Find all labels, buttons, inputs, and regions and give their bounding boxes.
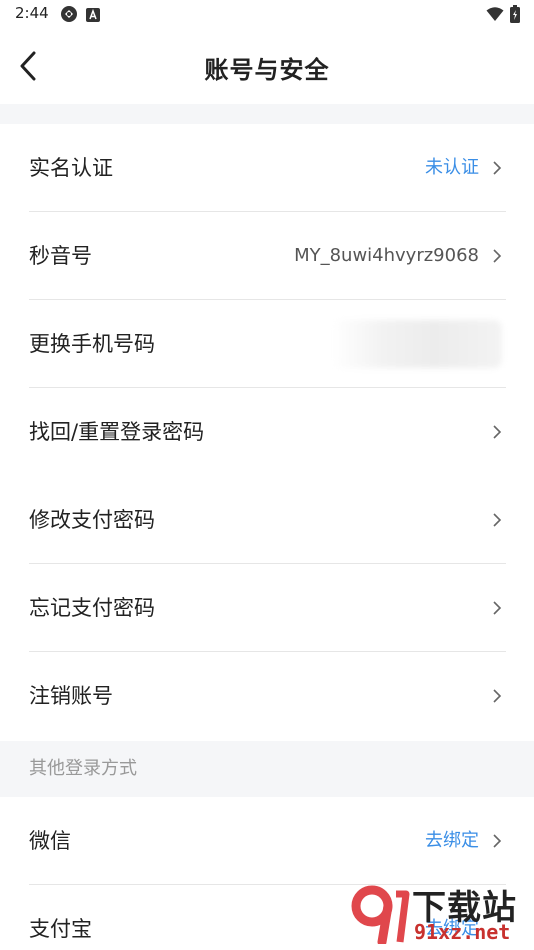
chevron-right-icon <box>493 249 502 263</box>
chevron-right-icon <box>493 161 502 175</box>
section-gap <box>0 104 534 124</box>
obscured-phone-value <box>332 320 502 368</box>
chevron-right-icon <box>493 513 502 527</box>
bind-status: 去绑定 <box>425 830 479 851</box>
change-phone-row[interactable]: 更换手机号码 <box>0 300 534 388</box>
chevron-right-icon <box>493 601 502 615</box>
miaoyin-id-row[interactable]: 秒音号 MY_8uwi4hvyrz9068 <box>0 212 534 300</box>
miaoyin-id-value: MY_8uwi4hvyrz9068 <box>294 245 479 266</box>
row-label: 实名认证 <box>29 156 113 180</box>
page-title: 账号与安全 <box>204 56 330 84</box>
row-label: 注销账号 <box>29 684 113 708</box>
forgot-payment-password-row[interactable]: 忘记支付密码 <box>0 564 534 652</box>
wifi-icon <box>486 6 504 26</box>
other-login-section-header: 其他登录方式 <box>0 741 534 797</box>
row-label: 修改支付密码 <box>29 508 155 532</box>
wechat-bind-row[interactable]: 微信 去绑定 <box>0 797 534 885</box>
status-bar: 2:44 <box>0 0 534 28</box>
verification-status: 未认证 <box>425 157 479 178</box>
site-watermark: 下载站 91xz.net <box>348 880 528 948</box>
row-label: 更换手机号码 <box>29 332 155 356</box>
row-label: 秒音号 <box>29 244 92 268</box>
real-name-verification-row[interactable]: 实名认证 未认证 <box>0 124 534 212</box>
battery-charging-icon <box>510 5 520 27</box>
app-a-icon <box>86 7 100 26</box>
sync-icon <box>60 5 78 27</box>
row-label: 支付宝 <box>29 917 92 941</box>
chevron-right-icon <box>493 834 502 848</box>
cancel-account-row[interactable]: 注销账号 <box>0 652 534 740</box>
reset-login-password-row[interactable]: 找回/重置登录密码 <box>0 388 534 476</box>
status-left-icons <box>60 5 100 27</box>
watermark-url: 91xz.net <box>414 920 511 944</box>
chevron-right-icon <box>493 689 502 703</box>
row-label: 忘记支付密码 <box>29 596 155 620</box>
row-label: 微信 <box>29 829 71 853</box>
change-payment-password-row[interactable]: 修改支付密码 <box>0 476 534 564</box>
section-title: 其他登录方式 <box>29 758 137 779</box>
row-label: 找回/重置登录密码 <box>29 420 205 444</box>
watermark-logo-icon <box>351 885 410 944</box>
chevron-right-icon <box>493 425 502 439</box>
status-right-icons <box>486 5 520 27</box>
status-time: 2:44 <box>15 4 49 22</box>
navigation-bar: 账号与安全 <box>0 28 534 104</box>
